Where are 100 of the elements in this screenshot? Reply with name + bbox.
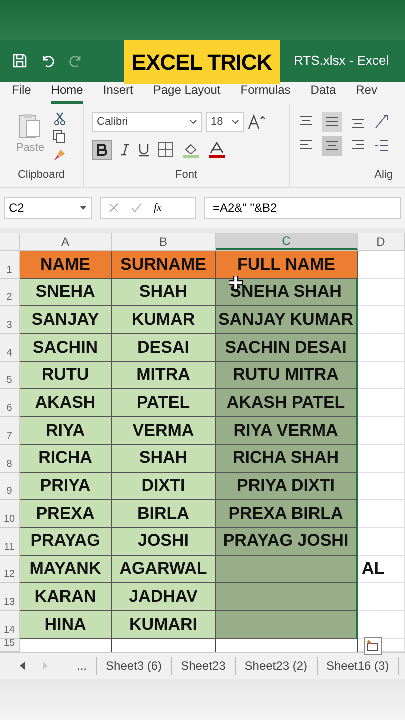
group-label: Alig: [374, 168, 394, 182]
table-cell: DIXTI: [112, 472, 216, 500]
menu-tab[interactable]: Page Layout: [153, 82, 221, 104]
row-number[interactable]: 10: [0, 500, 20, 528]
copy-icon[interactable]: [52, 130, 67, 144]
paste-label: Paste: [16, 141, 45, 156]
menu-tab[interactable]: Rev: [356, 82, 378, 104]
table-cell: AKASH PATEL: [216, 389, 358, 418]
table-cell: AKASH: [20, 389, 112, 418]
bold-icon: [97, 144, 107, 156]
row-number[interactable]: 9: [0, 472, 20, 500]
align-center-icon: [325, 140, 339, 152]
sheet-tab[interactable]: ...: [68, 656, 98, 675]
table-cell: MITRA: [112, 362, 216, 390]
column-header[interactable]: A: [20, 233, 112, 250]
table-cell: PATEL: [112, 389, 216, 418]
table-cell: JADHAV: [112, 583, 216, 611]
row-number[interactable]: 12: [0, 556, 20, 584]
table-cell: SACHIN DESAI: [216, 334, 358, 362]
table-cell: RICHA: [20, 444, 112, 472]
check-icon[interactable]: [131, 203, 142, 213]
name-box[interactable]: C2: [4, 197, 92, 219]
table-cell: AGARWAL: [112, 556, 216, 584]
function-label[interactable]: fx: [154, 200, 162, 216]
font-size-field[interactable]: 18: [206, 112, 244, 132]
dropdown-icon[interactable]: [80, 206, 87, 210]
table-cell: PREXA: [20, 500, 112, 528]
font-color-icon[interactable]: [208, 142, 226, 158]
table-cell: AL: [358, 556, 405, 584]
underline-icon[interactable]: [138, 143, 150, 157]
table-cell: KUMARI: [112, 610, 216, 639]
column-title-cell: NAME: [20, 251, 112, 279]
group-label: Font: [175, 168, 198, 182]
align-center-button[interactable]: [322, 136, 342, 156]
table-cell: SANJAY KUMAR: [216, 306, 358, 334]
table-cell: BIRLA: [112, 500, 216, 528]
dropdown-icon[interactable]: [232, 120, 239, 124]
table-cell: SANJAY: [20, 306, 112, 334]
menu-tab[interactable]: File: [12, 82, 32, 104]
borders-icon[interactable]: [158, 142, 174, 158]
row-number[interactable]: 3: [0, 306, 20, 334]
dropdown-icon[interactable]: [190, 120, 197, 124]
table-cell: PRAYAG JOSHI: [216, 528, 358, 556]
table-cell: JOSHI: [112, 528, 216, 556]
grow-font-icon[interactable]: [248, 114, 268, 130]
sheet-tab[interactable]: Sheet23: [172, 656, 236, 675]
table-cell: MAYANK: [20, 556, 112, 584]
table-cell: SHAH: [112, 444, 216, 472]
cut-icon[interactable]: [52, 112, 67, 126]
sheet-tab[interactable]: Sheet23 (2): [236, 656, 318, 675]
row-number[interactable]: 13: [0, 583, 20, 611]
title-badge: EXCEL TRICK: [124, 40, 280, 84]
table-cell: SHAH: [112, 278, 216, 306]
table-cell: VERMA: [112, 417, 216, 445]
scroll-left-icon[interactable]: [20, 662, 26, 670]
table-cell: SNEHA: [20, 278, 112, 306]
brush-icon[interactable]: [52, 148, 67, 162]
column-title-cell: FULL NAME: [216, 251, 358, 279]
table-cell: PRIYA: [20, 472, 112, 500]
row-number[interactable]: 4: [0, 334, 20, 362]
italic-icon[interactable]: [120, 144, 130, 156]
table-cell: SACHIN: [20, 334, 112, 362]
fill-color-icon[interactable]: [182, 142, 200, 158]
table-cell: KARAN: [20, 583, 112, 611]
row-number[interactable]: 14: [0, 610, 20, 639]
menu-tab[interactable]: Data: [310, 82, 336, 104]
column-header[interactable]: C: [216, 233, 358, 250]
table-cell: KUMAR: [112, 306, 216, 334]
indent-icon[interactable]: [374, 138, 390, 154]
row-number[interactable]: 2: [0, 278, 20, 306]
clipboard-icon[interactable]: [18, 112, 42, 140]
row-number[interactable]: 7: [0, 417, 20, 445]
row-number[interactable]: 6: [0, 389, 20, 418]
menu-tab[interactable]: Insert: [103, 82, 134, 104]
table-cell: RIYA VERMA: [216, 417, 358, 445]
sheet-tab[interactable]: Sheet3 (6): [97, 656, 172, 675]
table-cell: HINA: [20, 610, 112, 639]
row-number[interactable]: 15: [0, 638, 20, 652]
row-number[interactable]: 1: [0, 251, 20, 279]
quick-analysis-icon[interactable]: [364, 637, 382, 655]
sheet-tab[interactable]: Sheet16 (3): [318, 656, 400, 675]
align-middle-icon[interactable]: [322, 112, 342, 132]
column-title-cell: SURNAME: [112, 251, 216, 279]
bold-button[interactable]: [92, 140, 112, 160]
row-number[interactable]: 11: [0, 528, 20, 556]
formula-field[interactable]: =A2&" "&B2: [204, 197, 401, 219]
row-number[interactable]: 8: [0, 444, 20, 472]
table-cell: PRAYAG: [20, 528, 112, 556]
menu-tab[interactable]: Formulas: [240, 82, 291, 104]
table-cell: PRIYA DIXTI: [216, 472, 358, 500]
row-number[interactable]: 5: [0, 362, 20, 390]
table-cell: RUTU: [20, 362, 112, 390]
font-name-field[interactable]: Calibri: [92, 112, 202, 132]
table-cell: DESAI: [112, 334, 216, 362]
column-header[interactable]: D: [358, 233, 405, 250]
group-label: Clipboard: [18, 168, 66, 182]
table-cell: SNEHA SHAH: [216, 278, 358, 306]
table-cell: PREXA BIRLA: [216, 500, 358, 528]
table-cell: RIYA: [20, 417, 112, 445]
save-icon[interactable]: [12, 53, 28, 69]
